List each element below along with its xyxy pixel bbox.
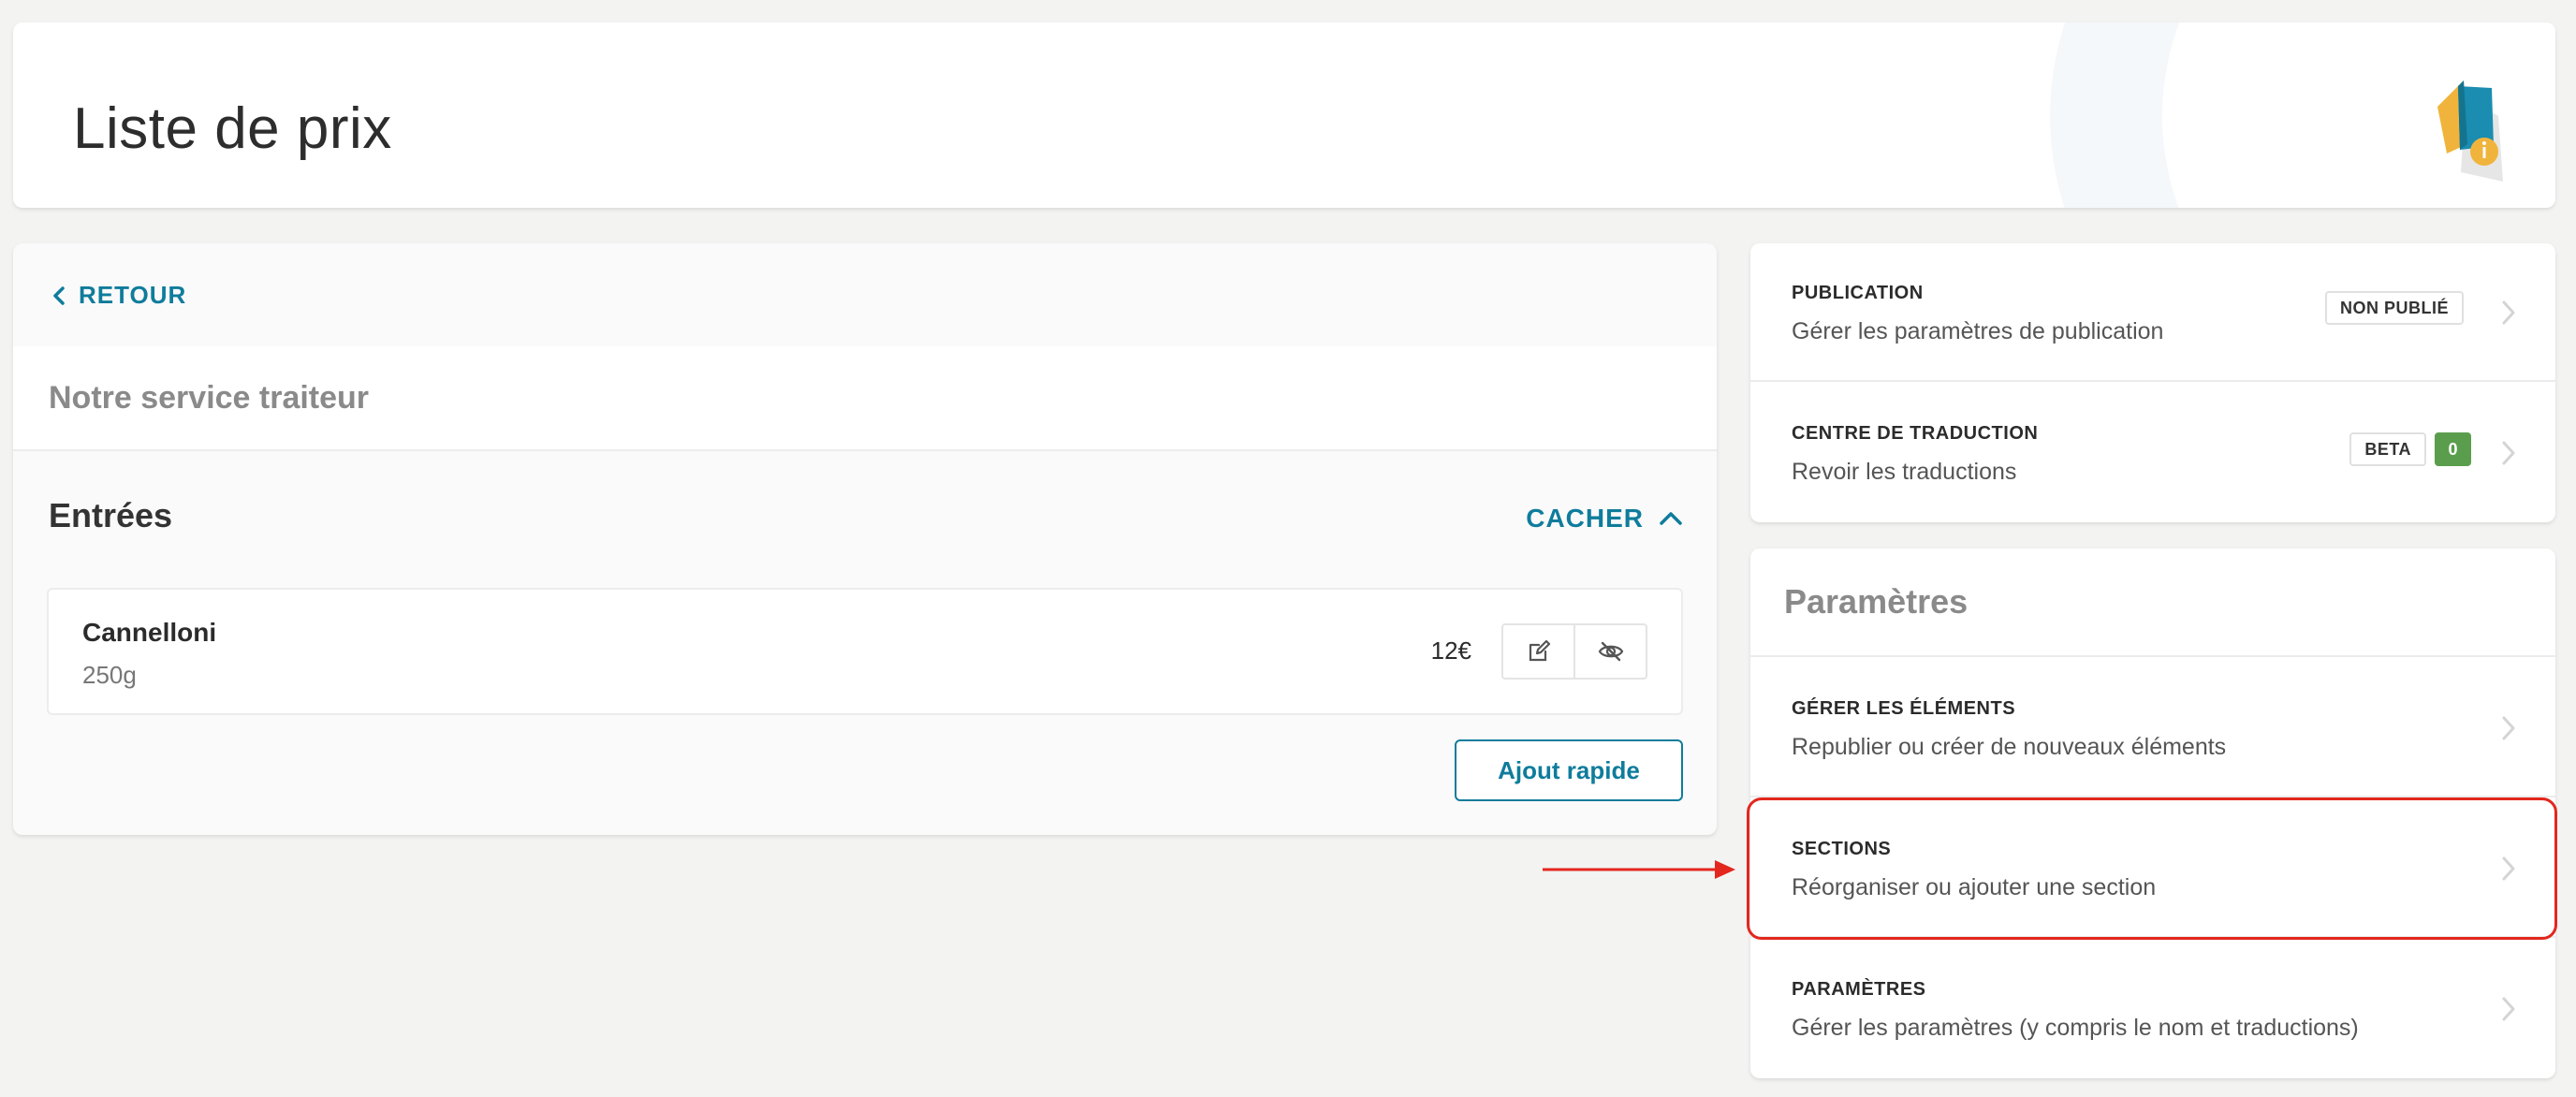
back-row: RETOUR (13, 243, 1717, 346)
settings-title-row: Paramètres (1750, 548, 2555, 657)
parameters-description: Gérer les paramètres (y compris le nom e… (1792, 1015, 2359, 1041)
beta-badge: BETA (2349, 432, 2426, 466)
menu-item: Cannelloni 250g 12€ (47, 588, 1683, 715)
eye-off-icon (1598, 641, 1623, 662)
menu-title: Notre service traiteur (49, 380, 370, 416)
manage-items-row[interactable]: GÉRER LES ÉLÉMENTS Republier ou créer de… (1750, 657, 2555, 797)
chevron-right-icon (2502, 997, 2515, 1021)
quick-add-button[interactable]: Ajout rapide (1455, 739, 1683, 801)
back-label: RETOUR (79, 281, 187, 309)
parameters-row[interactable]: PARAMÈTRES Gérer les paramètres (y compr… (1750, 938, 2555, 1078)
menu-title-row: Notre service traiteur (13, 346, 1717, 451)
edit-icon (1529, 639, 1550, 662)
chevron-right-icon (2502, 716, 2515, 740)
item-actions (1501, 623, 1647, 680)
chevron-right-icon (2502, 856, 2515, 881)
translation-center-row[interactable]: CENTRE DE TRADUCTION Revoir les traducti… (1750, 382, 2555, 522)
manage-items-label: GÉRER LES ÉLÉMENTS (1792, 698, 2016, 719)
back-link[interactable]: RETOUR (52, 281, 186, 310)
publication-label: PUBLICATION (1792, 283, 1924, 303)
hide-section-button[interactable]: CACHER (1526, 504, 1683, 534)
publication-description: Gérer les paramètres de publication (1792, 318, 2164, 344)
item-price: 12€ (1430, 636, 1471, 665)
publication-card: PUBLICATION Gérer les paramètres de publ… (1750, 243, 2555, 522)
status-badge: NON PUBLIÉ (2324, 291, 2464, 325)
item-description: 250g (82, 661, 137, 689)
sections-row[interactable]: SECTIONS Réorganiser ou ajouter une sect… (1750, 797, 2555, 938)
page-header: Liste de prix (13, 22, 2555, 208)
page-title: Liste de prix (73, 96, 392, 161)
manage-items-description: Republier ou créer de nouveaux éléments (1792, 734, 2227, 760)
hide-label: CACHER (1526, 504, 1644, 533)
item-name: Cannelloni (82, 618, 217, 647)
publication-row[interactable]: PUBLICATION Gérer les paramètres de publ… (1750, 243, 2555, 382)
toggle-visibility-button[interactable] (1573, 625, 1646, 678)
settings-title: Paramètres (1784, 582, 1969, 621)
chevron-left-icon (53, 285, 65, 305)
sections-description: Réorganiser ou ajouter une section (1792, 874, 2157, 900)
settings-card: Paramètres GÉRER LES ÉLÉMENTS Republier … (1750, 548, 2555, 1078)
translation-label: CENTRE DE TRADUCTION (1792, 423, 2039, 444)
translation-count-badge: 0 (2435, 432, 2471, 466)
parameters-label: PARAMÈTRES (1792, 979, 1926, 1000)
menu-section-card: RETOUR Notre service traiteur Entrées CA… (13, 243, 1717, 835)
price-tag-info-icon (2437, 80, 2503, 182)
chevron-right-icon (2502, 441, 2515, 465)
arrow-right-icon (1543, 860, 1735, 879)
edit-item-button[interactable] (1503, 625, 1573, 678)
translation-description: Revoir les traductions (1792, 459, 2017, 485)
chevron-up-icon (1660, 512, 1682, 525)
sections-label: SECTIONS (1792, 839, 1892, 859)
chevron-right-icon (2502, 300, 2515, 325)
section-title: Entrées (49, 496, 173, 534)
